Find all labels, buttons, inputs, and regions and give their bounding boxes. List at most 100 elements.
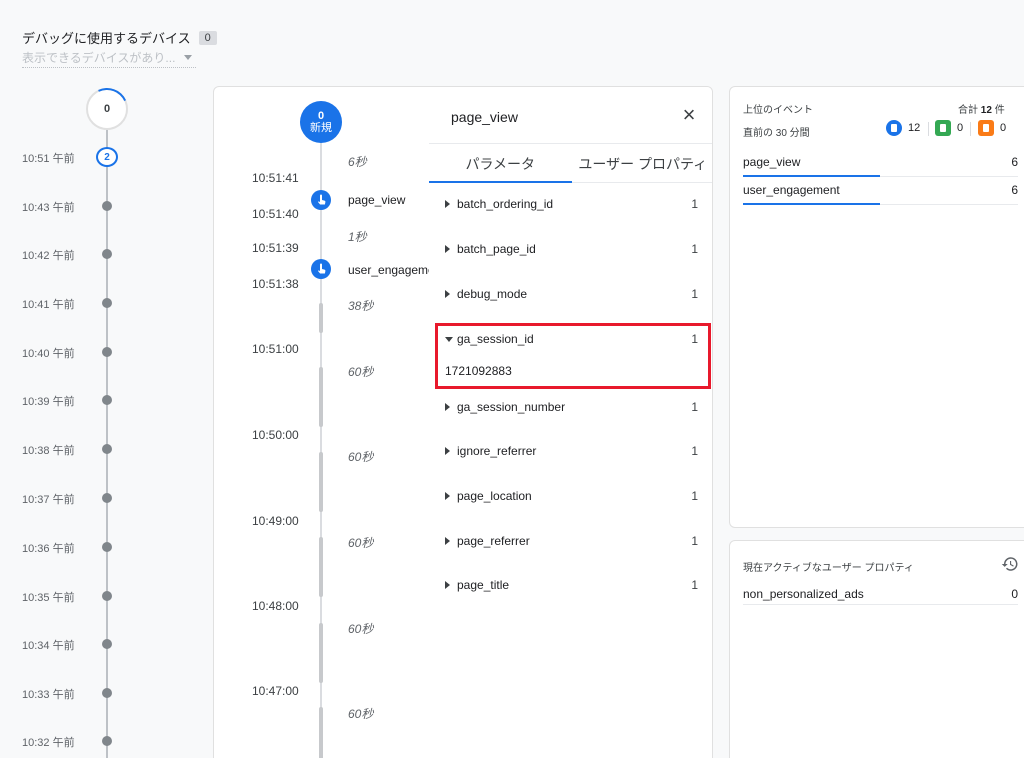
- stat-conversions[interactable]: 0: [935, 120, 963, 136]
- duration-label: 60秒: [348, 622, 374, 636]
- property-name: non_personalized_ads: [743, 587, 864, 601]
- top-event-row[interactable]: page_view 6: [743, 149, 1018, 177]
- minute-label: 10:36 午前: [22, 543, 75, 555]
- flag-icon: [935, 120, 951, 136]
- minute-row[interactable]: 10:51 午前 2: [0, 147, 140, 167]
- minute-label: 10:34 午前: [22, 640, 75, 652]
- minute-label: 10:33 午前: [22, 689, 75, 701]
- param-count: 1: [691, 197, 698, 211]
- param-row-expanded[interactable]: ga_session_id 1: [429, 327, 712, 351]
- minute-dot: [102, 591, 112, 601]
- stat-errors-count: 0: [1000, 122, 1007, 134]
- param-name: page_title: [457, 578, 510, 592]
- minute-dot: [102, 249, 112, 259]
- duration-label: 60秒: [348, 365, 374, 379]
- minute-label: 10:51 午前: [22, 153, 75, 165]
- chevron-right-icon: [445, 403, 450, 411]
- timeline-segment: [319, 623, 323, 683]
- param-row[interactable]: page_location 1: [429, 484, 712, 508]
- touch-event-icon: [886, 120, 902, 136]
- minute-row[interactable]: 10:37 午前: [0, 488, 140, 508]
- param-row[interactable]: ignore_referrer 1: [429, 439, 712, 463]
- event-bar: [743, 203, 880, 205]
- top-events-title: 上位のイベント: [743, 105, 813, 116]
- minute-event-badge[interactable]: 2: [96, 147, 118, 167]
- user-property-row[interactable]: non_personalized_ads 0: [743, 581, 1018, 605]
- user-properties-card: 現在アクティブなユーザー プロパティ non_personalized_ads …: [729, 540, 1024, 758]
- param-count: 1: [691, 332, 698, 346]
- minute-row[interactable]: 10:34 午前: [0, 634, 140, 654]
- chevron-right-icon: [445, 581, 450, 589]
- top-event-row[interactable]: user_engagement 6: [743, 177, 1018, 205]
- tab-parameters[interactable]: パラメータ: [429, 144, 572, 183]
- minute-dot: [102, 688, 112, 698]
- param-row[interactable]: batch_ordering_id 1: [429, 192, 712, 216]
- close-icon[interactable]: ×: [677, 103, 701, 127]
- minute-dot: [102, 493, 112, 503]
- param-count: 1: [691, 287, 698, 301]
- param-row[interactable]: page_referrer 1: [429, 529, 712, 553]
- minute-row[interactable]: 10:32 午前: [0, 731, 140, 751]
- minute-dot: [102, 395, 112, 405]
- device-selector-header: デバッグに使用するデバイス 0 表示できるデバイスがあり...: [22, 28, 217, 68]
- minute-label: 10:38 午前: [22, 445, 75, 457]
- minute-row[interactable]: 10:38 午前: [0, 439, 140, 459]
- duration-label: 60秒: [348, 450, 374, 464]
- device-select[interactable]: 表示できるデバイスがあり...: [22, 48, 196, 68]
- touch-event-icon[interactable]: [311, 259, 331, 279]
- total-value: 12: [980, 105, 992, 116]
- stream-top-counter[interactable]: 0 新規: [300, 101, 342, 143]
- timeline-segment: [319, 537, 323, 597]
- chevron-right-icon: [445, 290, 450, 298]
- param-count: 1: [691, 578, 698, 592]
- top-events-card: 上位のイベント 合計 12 件 直前の 30 分間 12 0 0 page_vi…: [729, 86, 1024, 528]
- minute-row[interactable]: 10:40 午前: [0, 342, 140, 362]
- minutes-top-counter[interactable]: 0: [86, 88, 128, 130]
- history-icon[interactable]: [1001, 555, 1019, 573]
- user-properties-title: 現在アクティブなユーザー プロパティ: [743, 563, 914, 574]
- minute-label: 10:35 午前: [22, 592, 75, 604]
- top-events-total: 合計 12 件: [958, 101, 1005, 116]
- param-row[interactable]: debug_mode 1: [429, 282, 712, 306]
- param-row[interactable]: batch_page_id 1: [429, 237, 712, 261]
- param-name: debug_mode: [457, 287, 528, 301]
- stat-events[interactable]: 12: [886, 120, 920, 136]
- minute-row[interactable]: 10:43 午前: [0, 196, 140, 216]
- stat-errors[interactable]: 0: [978, 120, 1006, 136]
- error-icon: [978, 120, 994, 136]
- minute-row[interactable]: 10:41 午前: [0, 293, 140, 313]
- param-name: page_referrer: [457, 534, 530, 548]
- minute-row[interactable]: 10:39 午前: [0, 390, 140, 410]
- chevron-right-icon: [445, 447, 450, 455]
- param-row[interactable]: ga_session_number 1: [429, 395, 712, 419]
- minute-row[interactable]: 10:33 午前: [0, 683, 140, 703]
- timestamp: 10:51:00: [252, 342, 299, 356]
- stat-conversions-count: 0: [957, 122, 964, 134]
- chevron-right-icon: [445, 537, 450, 545]
- touch-event-icon[interactable]: [311, 190, 331, 210]
- divider: [970, 122, 971, 136]
- param-name: ga_session_id: [457, 332, 534, 346]
- minute-row[interactable]: 10:42 午前: [0, 244, 140, 264]
- device-select-placeholder: 表示できるデバイスがあり...: [22, 51, 176, 65]
- minute-label: 10:37 午前: [22, 494, 75, 506]
- duration-label: 38秒: [348, 299, 374, 313]
- minute-row[interactable]: 10:36 午前: [0, 537, 140, 557]
- event-name: page_view: [743, 155, 801, 169]
- event-count: 6: [1011, 183, 1018, 197]
- minute-dot: [102, 201, 112, 211]
- divider: [928, 122, 929, 136]
- param-row[interactable]: page_title 1: [429, 573, 712, 597]
- param-name: page_location: [457, 489, 532, 503]
- event-label[interactable]: page_view: [348, 193, 405, 207]
- timestamp: 10:48:00: [252, 599, 299, 613]
- timestamp: 10:51:41: [252, 171, 299, 185]
- minute-row[interactable]: 10:35 午前: [0, 586, 140, 606]
- param-count: 1: [691, 400, 698, 414]
- chevron-right-icon: [445, 492, 450, 500]
- detail-title: page_view: [451, 109, 518, 125]
- param-value: 1721092883: [445, 364, 512, 378]
- tab-user-properties[interactable]: ユーザー プロパティ: [572, 144, 713, 182]
- param-count: 1: [691, 489, 698, 503]
- timestamp: 10:51:40: [252, 207, 299, 221]
